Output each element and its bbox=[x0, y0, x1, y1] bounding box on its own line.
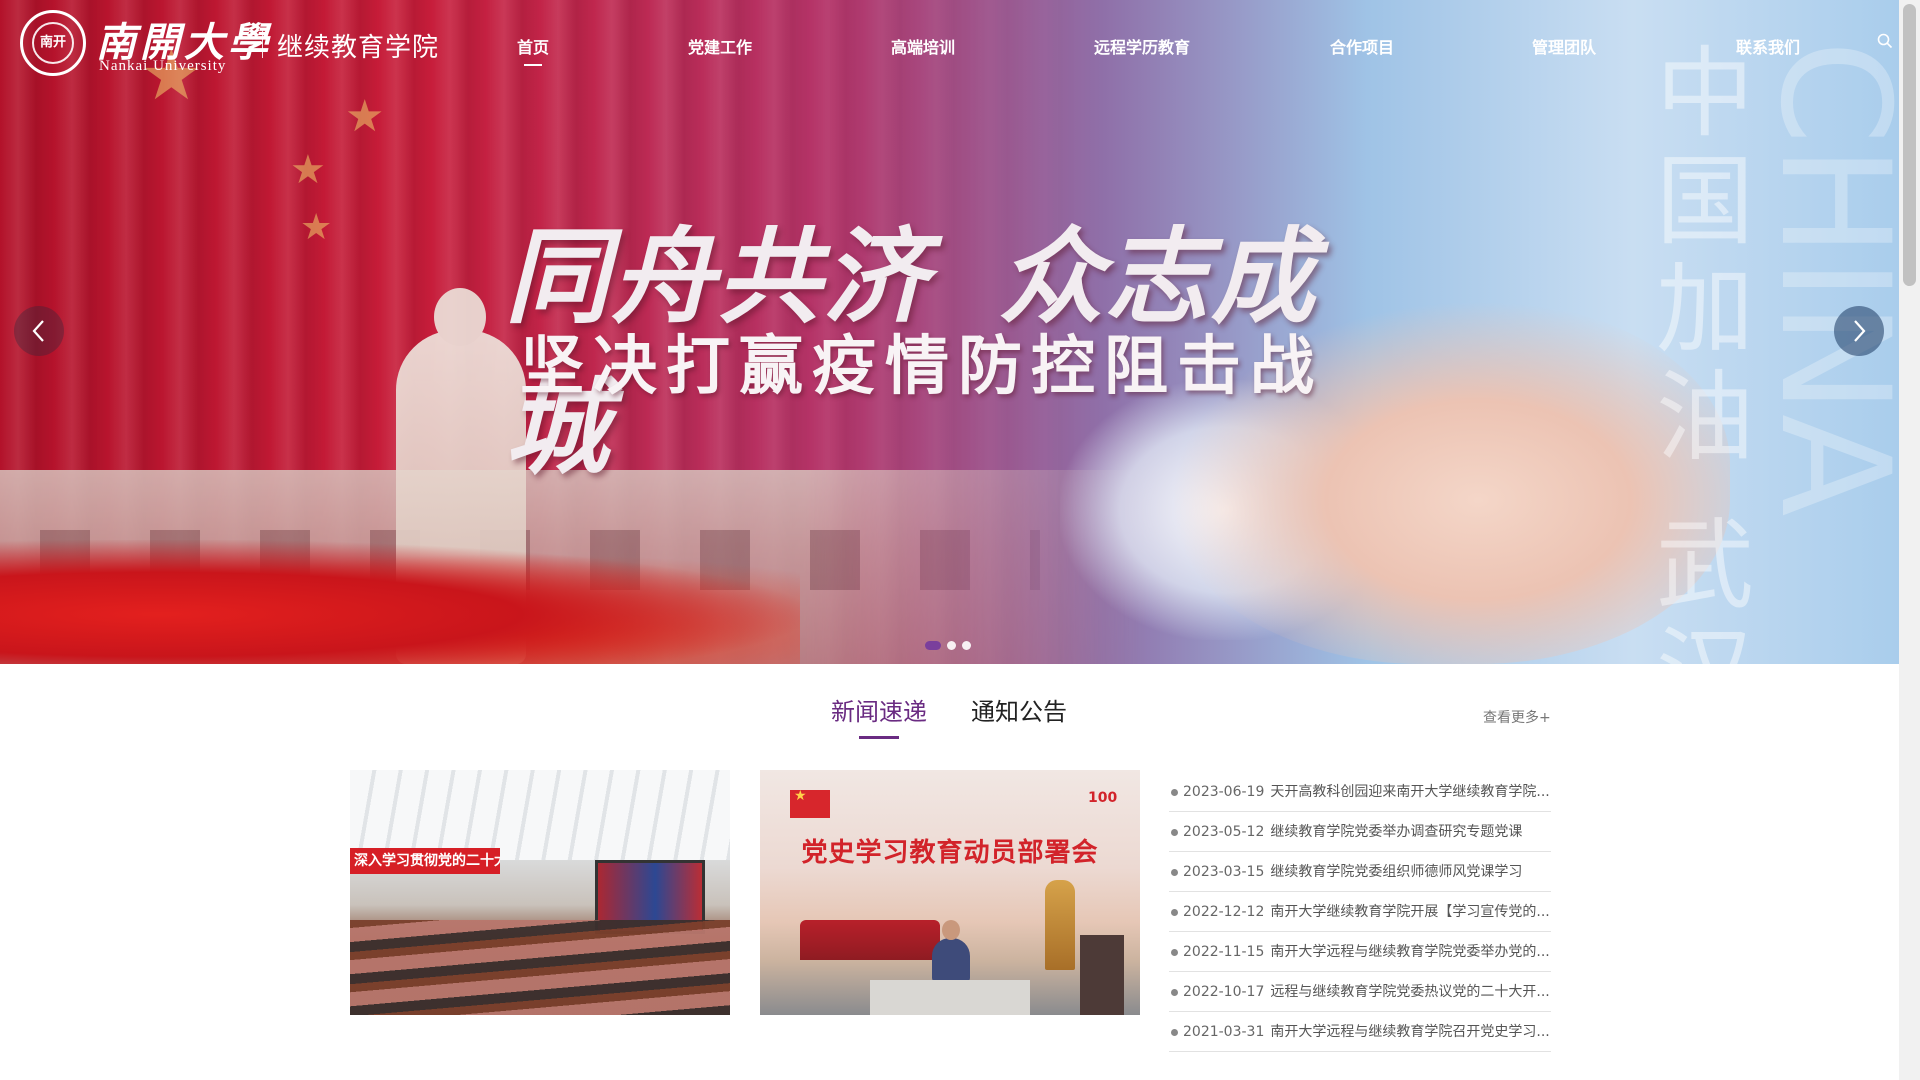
page-scrollbar[interactable] bbox=[1899, 0, 1920, 1080]
main-nav: 首页 党建工作 高端培训 远程学历教育 合作项目 管理团队 联系我们 bbox=[0, 34, 1899, 66]
tab-news[interactable]: 新闻速递 bbox=[831, 692, 927, 739]
anniversary-badge: 100 bbox=[1088, 790, 1118, 806]
nav-item-distance-education[interactable]: 远程学历教育 bbox=[1094, 34, 1190, 58]
site-header: 南开 南開大學 Nankai University 继续教育学院 首页 党建工作… bbox=[0, 0, 1899, 88]
tab-notices[interactable]: 通知公告 bbox=[971, 692, 1067, 727]
news-title: 南开大学远程与继续教育学院党委举办党的... bbox=[1270, 944, 1550, 960]
news-title: 继续教育学院党委组织师德师风党课学习 bbox=[1270, 864, 1523, 880]
news-date: 2021-03-31 bbox=[1183, 1024, 1265, 1040]
news-title: 继续教育学院党委举办调查研究专题党课 bbox=[1270, 824, 1523, 840]
news-title: 南开大学继续教育学院开展【学习宣传党的... bbox=[1270, 904, 1550, 920]
news-date: 2023-03-15 bbox=[1183, 864, 1265, 880]
news-date: 2022-12-12 bbox=[1183, 904, 1265, 920]
news-item[interactable]: 2023-05-12 继续教育学院党委举办调查研究专题党课 bbox=[1169, 812, 1551, 852]
hero-subslogan: 坚决打赢疫情防控阻击战 bbox=[520, 330, 1323, 404]
star-decoration: ★ bbox=[345, 91, 385, 142]
news-title: 南开大学远程与继续教育学院召开党史学习... bbox=[1270, 1024, 1550, 1040]
news-item[interactable]: 2021-03-31 南开大学远程与继续教育学院召开党史学习... bbox=[1169, 1012, 1551, 1052]
nav-item-party-building[interactable]: 党建工作 bbox=[688, 34, 752, 58]
news-date: 2023-05-12 bbox=[1183, 824, 1265, 840]
carousel-dot-1[interactable] bbox=[925, 641, 941, 650]
chevron-right-icon bbox=[1854, 320, 1866, 342]
news-date: 2023-06-19 bbox=[1183, 784, 1265, 800]
nav-item-cooperation[interactable]: 合作项目 bbox=[1330, 34, 1394, 58]
photo-ceiling bbox=[350, 770, 730, 860]
nav-item-home[interactable]: 首页 bbox=[517, 34, 549, 66]
carousel-prev-button[interactable] bbox=[14, 306, 64, 356]
news-photo-meeting-hall[interactable]: 深入学习贯彻党的二十大精神 bbox=[350, 770, 730, 1015]
watermark-en: CHINA bbox=[1747, 40, 1899, 517]
photo-podium bbox=[1080, 935, 1124, 1015]
nav-item-executive-training[interactable]: 高端培训 bbox=[891, 34, 955, 58]
view-more-link[interactable]: 查看更多+ bbox=[1483, 707, 1551, 727]
photo-audience bbox=[350, 920, 730, 1015]
star-decoration: ★ bbox=[290, 147, 326, 193]
photo-desk bbox=[870, 980, 1030, 1015]
waving-flags bbox=[0, 540, 800, 664]
carousel-dot-3[interactable] bbox=[962, 641, 971, 650]
news-list: 2023-06-19 天开高教科创园迎来南开大学继续教育学院... 2023-05… bbox=[1169, 772, 1551, 1052]
news-tabs: 新闻速递 通知公告 bbox=[0, 692, 1899, 742]
news-title: 远程与继续教育学院党委热议党的二十大开... bbox=[1270, 984, 1550, 1000]
carousel-next-button[interactable] bbox=[1834, 306, 1884, 356]
news-item[interactable]: 2023-06-19 天开高教科创园迎来南开大学继续教育学院... bbox=[1169, 772, 1551, 812]
news-item[interactable]: 2022-12-12 南开大学继续教育学院开展【学习宣传党的... bbox=[1169, 892, 1551, 932]
photo-red-banner: 深入学习贯彻党的二十大精神 bbox=[350, 848, 500, 874]
photo-title: 党史学习教育动员部署会 bbox=[801, 838, 1099, 868]
news-title: 天开高教科创园迎来南开大学继续教育学院... bbox=[1270, 784, 1550, 800]
photo-tower bbox=[1045, 880, 1075, 970]
hero-carousel[interactable]: ★ ★ ★ ★ CHINA 中 国 加 油 武汉 同舟共济众志成城 坚决打赢疫情… bbox=[0, 0, 1899, 664]
news-date: 2022-11-15 bbox=[1183, 944, 1265, 960]
nav-item-contact[interactable]: 联系我们 bbox=[1736, 34, 1800, 58]
nav-item-management-team[interactable]: 管理团队 bbox=[1532, 34, 1596, 58]
scrollbar-thumb[interactable] bbox=[1903, 4, 1916, 286]
flag-icon bbox=[790, 788, 830, 818]
news-date: 2022-10-17 bbox=[1183, 984, 1265, 1000]
photo-tiananmen bbox=[800, 920, 940, 960]
news-item[interactable]: 2022-11-15 南开大学远程与继续教育学院党委举办党的... bbox=[1169, 932, 1551, 972]
carousel-indicators bbox=[925, 641, 971, 650]
chevron-left-icon bbox=[32, 320, 44, 342]
news-item[interactable]: 2022-10-17 远程与继续教育学院党委热议党的二十大开... bbox=[1169, 972, 1551, 1012]
watermark-cn: 中 国 加 油 武汉 bbox=[1655, 37, 1754, 664]
star-decoration: ★ bbox=[300, 207, 333, 248]
news-photo-mobilization-meeting[interactable]: 100 党史学习教育动员部署会 bbox=[760, 770, 1140, 1015]
carousel-dot-2[interactable] bbox=[947, 641, 956, 650]
search-icon[interactable] bbox=[1877, 33, 1893, 49]
news-item[interactable]: 2023-03-15 继续教育学院党委组织师德师风党课学习 bbox=[1169, 852, 1551, 892]
photo-speaker bbox=[932, 920, 970, 982]
